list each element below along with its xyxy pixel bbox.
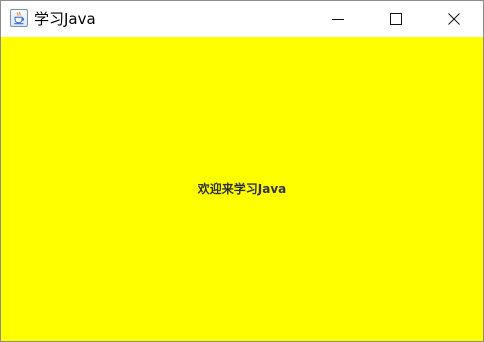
java-cup-graphic	[14, 11, 25, 25]
java-cup-icon[interactable]	[10, 9, 28, 27]
close-button[interactable]	[425, 1, 483, 37]
maximize-icon	[390, 13, 402, 25]
content-panel: 欢迎来学习Java	[1, 37, 483, 341]
maximize-button[interactable]	[367, 1, 425, 37]
minimize-button[interactable]	[309, 1, 367, 37]
window-title: 学习Java	[34, 10, 96, 28]
close-icon	[448, 13, 460, 25]
title-bar[interactable]: 学习Java	[1, 1, 483, 37]
window-controls	[309, 1, 483, 37]
app-window: 学习Java 欢迎来学习Java	[0, 0, 484, 342]
welcome-label: 欢迎来学习Java	[197, 182, 287, 196]
minimize-icon	[332, 19, 344, 20]
